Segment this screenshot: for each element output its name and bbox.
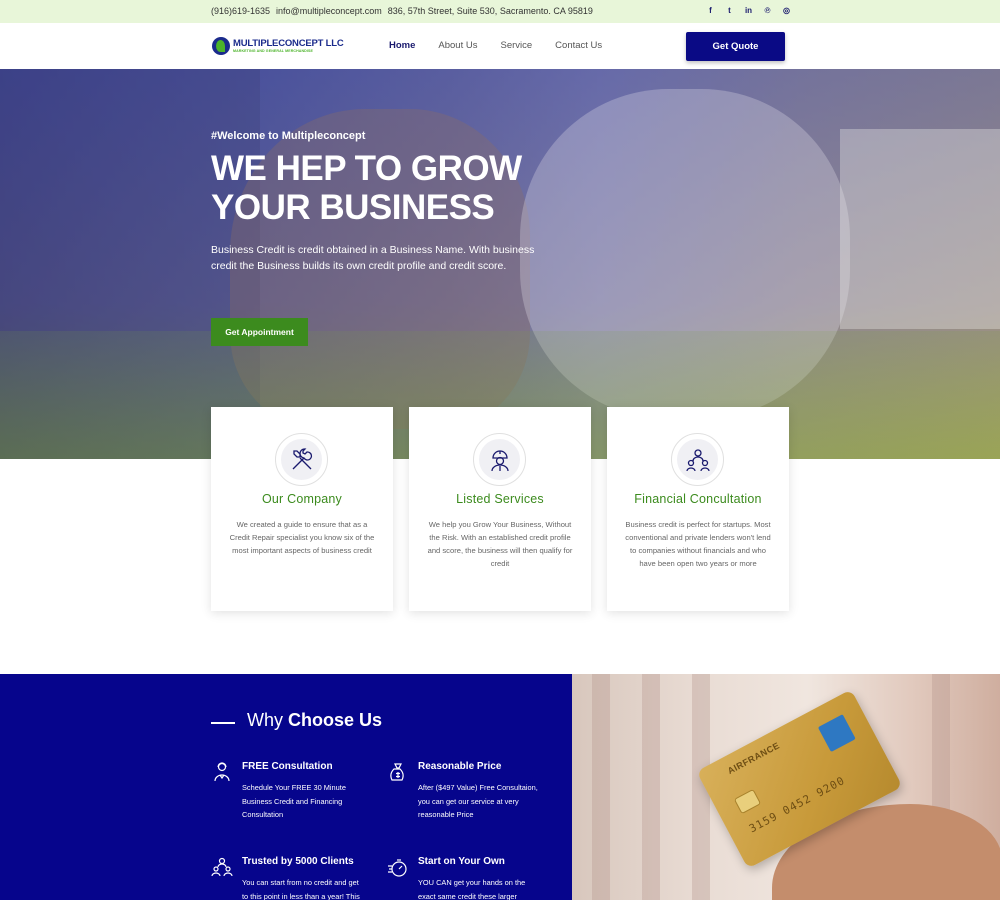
feature-title: FREE Consultation [242,761,333,772]
why-choose-us-section: Why Choose Us FREE Consultation Schedule… [0,674,572,914]
hero-photo-window [840,129,1000,329]
credit-card-photo: AIRFRANCE 3159 0452 9200 [572,674,1000,900]
logo[interactable]: MULTIPLECONCEPT LLC MARKETING AND GENERA… [212,37,344,55]
card-title: Listed Services [456,492,544,506]
section-title-light: Why [247,710,283,730]
hero-kicker: #Welcome to Multipleconcept [211,130,366,142]
card-brand: AIRFRANCE [725,740,782,777]
street-address: 836, 57th Street, Suite 530, Sacramento.… [387,6,593,16]
tools-icon [292,447,312,469]
team-icon [685,448,710,471]
card-icon-ring [671,433,724,486]
top-bar: (916)619-1635 info@multipleconcept.com 8… [0,0,1000,23]
logo-tagline: MARKETING AND GENERAL MERCHANDISE [233,48,313,53]
get-appointment-button[interactable]: Get Appointment [211,318,308,346]
consultant-icon [214,762,230,782]
logo-name: MULTIPLECONCEPT LLC [233,37,344,49]
get-quote-button[interactable]: Get Quote [686,32,785,61]
logo-mark-icon [212,37,230,55]
feature-text: You can start from no credit and get to … [242,878,360,901]
facebook-icon[interactable]: f [706,6,715,16]
feature-text: YOU CAN get your hands on the exact same… [418,878,526,914]
social-links: f t in ℗ ◎ [706,6,791,16]
card-text: We help you Grow Your Business, Without … [427,520,573,568]
money-bag-icon [390,763,404,781]
instagram-icon[interactable]: ◎ [782,6,791,16]
card-listed-services: Listed Services We help you Grow Your Bu… [409,407,591,611]
card-financial-concultation: Financial Concultation Business credit i… [607,407,789,611]
clients-icon [211,857,233,877]
feature-text: After ($497 Value) Free Consultaion, you… [418,783,538,819]
section-title-line [211,722,235,724]
card-text: Business credit is perfect for startups.… [625,520,771,568]
main-nav: Home About Us Service Contact Us [389,40,625,51]
hero-title: WE HEP TO GROW YOUR BUSINESS [211,149,522,227]
card-title: Financial Concultation [634,492,762,506]
photo-background-stripe [592,674,610,900]
hero-description: Business Credit is credit obtained in a … [211,244,535,272]
section-title-bold: Choose Us [288,710,383,730]
feature-title: Reasonable Price [418,761,502,772]
feature-text: Schedule Your FREE 30 Minute Business Cr… [242,783,346,819]
section-title: Why Choose Us [247,710,382,731]
nav-contact-us[interactable]: Contact Us [555,40,602,51]
feature-title: Trusted by 5000 Clients [242,856,354,867]
hero-section: #Welcome to Multipleconcept WE HEP TO GR… [0,69,1000,459]
photo-background-stripe [642,674,660,900]
phone-number[interactable]: (916)619-1635 [211,6,270,16]
email-address[interactable]: info@multipleconcept.com [276,6,382,16]
twitter-icon[interactable]: t [725,6,734,16]
linkedin-icon[interactable]: in [744,6,753,16]
card-text: We created a guide to ensure that as a C… [229,520,375,555]
card-chip [733,788,762,815]
nav-service[interactable]: Service [500,40,532,51]
pinterest-icon[interactable]: ℗ [763,6,772,16]
nav-about-us[interactable]: About Us [438,40,477,51]
card-title: Our Company [261,492,342,506]
amex-logo-icon [817,714,856,753]
card-icon-ring [473,433,526,486]
worker-icon [490,449,509,471]
nav-home[interactable]: Home [389,40,415,51]
stopwatch-icon [388,859,407,877]
contact-info: (916)619-1635 info@multipleconcept.com 8… [211,6,593,16]
feature-title: Start on Your Own [418,856,505,867]
card-icon-ring [275,433,328,486]
site-header: MULTIPLECONCEPT LLC MARKETING AND GENERA… [0,23,1000,69]
card-our-company: Our Company We created a guide to ensure… [211,407,393,611]
